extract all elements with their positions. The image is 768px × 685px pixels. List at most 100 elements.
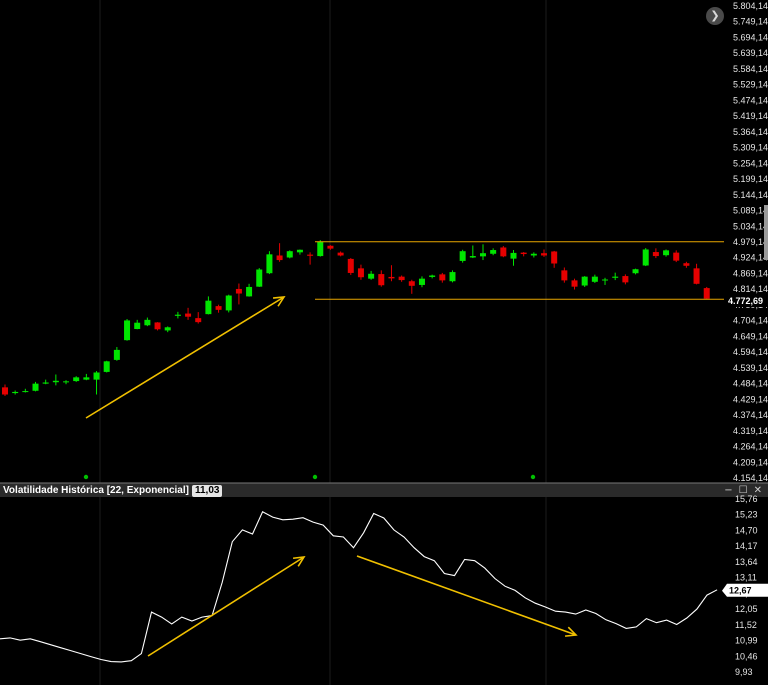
candle-body <box>357 268 364 278</box>
volatility-tick-label: 10,99 <box>735 636 758 646</box>
candle-body <box>205 300 212 315</box>
candle-body <box>12 391 19 394</box>
candle-body <box>408 281 415 286</box>
price-tick-label: 4.979,14 <box>733 237 768 247</box>
candle-body <box>246 286 253 297</box>
indicator-title: Volatilidade Histórica [22, Exponencial] <box>3 485 189 496</box>
candle-body <box>113 349 120 360</box>
volatility-tick-label: 11,52 <box>735 620 757 630</box>
candle-body <box>266 254 273 274</box>
price-tick-label: 4.649,14 <box>733 331 768 341</box>
candle-body <box>276 255 283 261</box>
volatility-tick-label: 13,11 <box>735 573 757 583</box>
candle-body <box>510 252 517 259</box>
price-tick-label: 4.374,14 <box>733 410 768 420</box>
candle-body <box>296 249 303 253</box>
price-tick-label: 5.419,14 <box>733 111 768 121</box>
candle-body <box>195 318 202 323</box>
candle-body <box>581 276 588 286</box>
candle-body <box>449 272 456 282</box>
candle-body <box>500 247 507 257</box>
candle-body <box>541 253 548 256</box>
price-tick-label: 4.704,14 <box>733 316 768 326</box>
last-volatility-label: 12,67 <box>729 586 752 596</box>
volatility-tick-label: 13,64 <box>735 557 758 567</box>
price-tick-label: 4.869,14 <box>733 268 768 278</box>
price-tick-label: 5.034,14 <box>733 221 768 231</box>
price-tick-label: 5.474,14 <box>733 95 768 105</box>
volatility-tick-label: 15,23 <box>735 510 758 520</box>
candle-body <box>642 249 649 266</box>
session-marker-dot <box>312 474 318 480</box>
price-tick-label: 4.924,14 <box>733 253 768 263</box>
price-tick-label: 4.264,14 <box>733 442 768 452</box>
candle-body <box>622 276 629 283</box>
candle-body <box>256 269 263 287</box>
maximize-icon[interactable]: ☐ <box>739 485 748 496</box>
session-marker-dot <box>83 474 89 480</box>
candle-body <box>286 251 293 258</box>
candle-body <box>73 377 80 382</box>
price-tick-label: 5.254,14 <box>733 158 768 168</box>
price-tick-label: 4.484,14 <box>733 379 768 389</box>
candle-body <box>347 258 354 273</box>
candle-body <box>418 278 425 285</box>
candle-body <box>368 273 375 279</box>
volatility-axis: 15,7615,2314,7014,1713,6413,1112,5812,05… <box>722 494 768 677</box>
price-tick-label: 4.594,14 <box>733 347 768 357</box>
vertical-gridlines <box>99 0 547 685</box>
price-tick-label: 5.199,14 <box>733 174 768 184</box>
candle-body <box>2 387 8 395</box>
price-tick-label: 5.089,14 <box>733 206 768 216</box>
price-tick-label: 5.694,14 <box>733 32 768 42</box>
candle-body <box>673 252 680 261</box>
candle-body <box>469 256 476 258</box>
candle-body <box>22 391 29 393</box>
volatility-tick-label: 14,70 <box>735 525 758 535</box>
volatility-pane[interactable] <box>0 511 718 663</box>
candle-body <box>164 327 171 331</box>
minimize-icon[interactable]: − <box>724 485 732 496</box>
volatility-downtrend-arrow <box>356 555 577 636</box>
candle-body <box>520 252 527 255</box>
candle-body <box>703 288 710 299</box>
candle-body <box>398 276 405 281</box>
volatility-line <box>0 511 718 663</box>
candle-body <box>235 288 242 294</box>
candle-body <box>378 274 385 286</box>
indicator-panel-header: Volatilidade Histórica [22, Exponencial]… <box>3 485 223 497</box>
price-tick-label: 5.309,14 <box>733 143 768 153</box>
candle-body <box>591 276 598 282</box>
trading-chart[interactable]: 5.804,14 5.749,14 5.694,14 5.639,14 5.584,14… <box>0 0 768 685</box>
price-tick-label: 4.154,14 <box>733 473 768 483</box>
chevron-right-icon[interactable]: ❯ <box>706 7 724 25</box>
volatility-uptrend-arrow <box>147 556 305 657</box>
candle-body <box>174 314 181 316</box>
price-tick-label: 5.364,14 <box>733 127 768 137</box>
volatility-tick-label: 12,05 <box>735 604 758 614</box>
price-tick-label: 4.539,14 <box>733 363 768 373</box>
price-tick-label: 5.144,14 <box>733 190 768 200</box>
volatility-tick-label: 10,46 <box>735 651 758 661</box>
candle-body <box>683 263 690 266</box>
volatility-tick-label: 9,93 <box>735 667 753 677</box>
candle-body <box>124 320 131 341</box>
candle-body <box>530 253 537 256</box>
candle-body <box>561 270 568 281</box>
candle-body <box>479 253 486 257</box>
volatility-uptrend-arrow-head <box>292 556 306 567</box>
close-icon[interactable]: ✕ <box>754 485 762 496</box>
candle-body <box>612 276 619 278</box>
candle-body <box>185 313 192 317</box>
candle-body <box>571 280 578 287</box>
candle-body <box>52 380 59 383</box>
candle-body <box>215 306 222 310</box>
indicator-value-badge: 11,03 <box>191 485 223 497</box>
candle-body <box>327 245 334 249</box>
candle-body <box>317 241 324 257</box>
candle-body <box>42 382 49 384</box>
candle-body <box>459 251 466 261</box>
candle-body <box>225 295 232 311</box>
price-pane[interactable] <box>0 240 768 497</box>
candle-body <box>32 383 39 391</box>
